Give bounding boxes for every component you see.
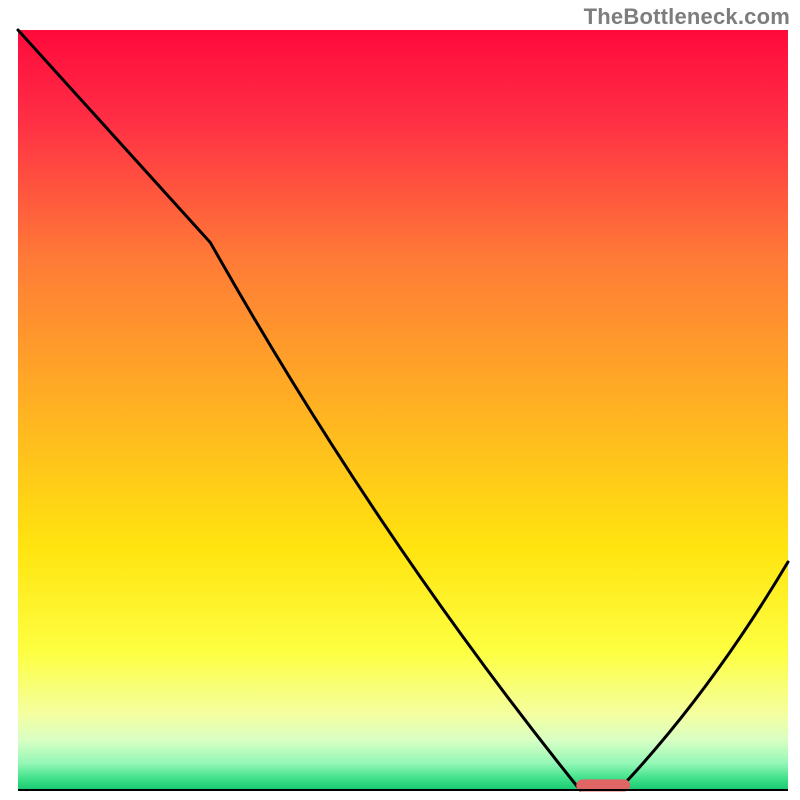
watermark-text: TheBottleneck.com	[584, 4, 790, 30]
chart-container: TheBottleneck.com	[0, 0, 800, 800]
plot-background	[18, 30, 788, 790]
bottleneck-chart	[0, 0, 800, 800]
